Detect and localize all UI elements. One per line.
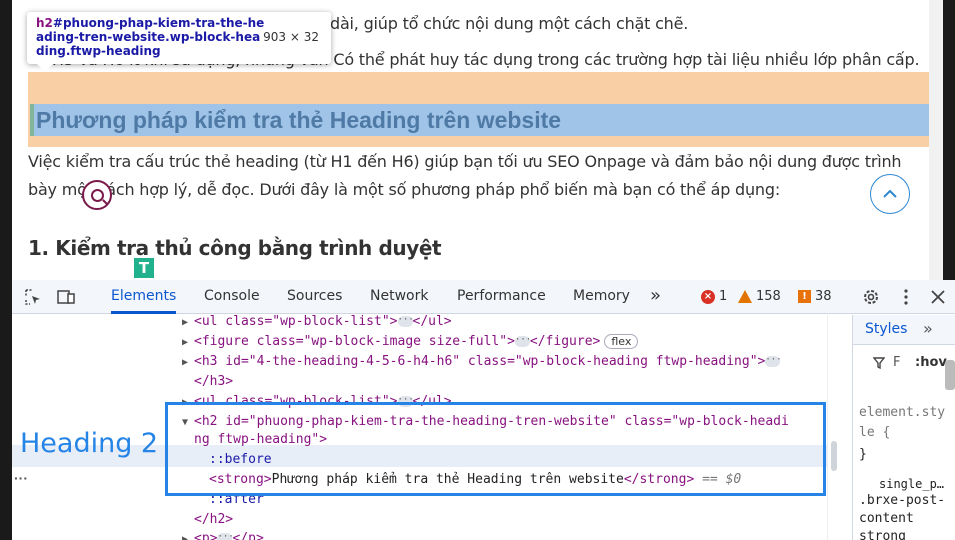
more-tabs-button[interactable]: » [650, 280, 661, 314]
issues-icon: ! [798, 290, 811, 303]
tab-performance[interactable]: Performance [457, 280, 546, 314]
tooltip-dimensions: 903 × 32 [263, 30, 319, 44]
hov-button[interactable]: :hov [915, 355, 947, 370]
page-scrollbar[interactable] [929, 0, 943, 280]
intro-paragraph: Việc kiểm tra cấu trúc thẻ heading (từ H… [28, 152, 902, 199]
chevron-up-icon [883, 189, 897, 198]
elements-scrollbar[interactable] [827, 315, 839, 540]
warning-icon [738, 290, 752, 303]
flex-badge[interactable]: flex [604, 334, 639, 349]
tooltip-tag: h2 [36, 16, 53, 30]
styles-header: Styles » [853, 315, 955, 345]
search-icon [90, 188, 104, 202]
dom-figure-open: <figure class="wp-block-image size-full"… [194, 334, 515, 349]
elements-scroll-thumb[interactable] [831, 441, 837, 471]
text-line-1: dài, giúp tổ chức nội dung một cách chặt… [330, 14, 689, 33]
gutter-dots-icon[interactable]: ··· [14, 470, 28, 486]
dom-h2-close[interactable]: </h2> [194, 510, 233, 530]
issues-count[interactable]: ! 38 [798, 289, 832, 304]
tooltip-arrow [37, 64, 53, 72]
right-scrollbar-thumb[interactable] [945, 360, 955, 390]
dom-ul-1[interactable]: ▶ <ul class="wp-block-list">···</ul> [182, 315, 452, 332]
dom-p[interactable]: ▶ <p>···</p> [182, 529, 264, 540]
tab-console[interactable]: Console [204, 280, 260, 314]
tooltip-selector-rest: #phuong-phap-kiem-tra-the-heading-tren-w… [36, 16, 265, 58]
styles-filter[interactable]: F :hov [859, 353, 951, 375]
error-count-value: 1 [719, 289, 728, 304]
tab-styles[interactable]: Styles [865, 321, 907, 337]
dom-ul-1-open: <ul class="wp-block-list"> [194, 315, 398, 329]
devtools-toolbar: Elements Console Sources Network Perform… [12, 280, 955, 314]
style-rule-line-3: } [859, 447, 867, 462]
search-floating-button[interactable] [82, 180, 112, 210]
style-rule-line-2: le { [859, 425, 891, 440]
inspect-element-icon[interactable] [24, 288, 42, 306]
ellipsis-icon[interactable]: ··· [217, 533, 234, 540]
warning-count-value: 158 [756, 289, 781, 304]
t-logo-badge[interactable]: T [134, 258, 154, 278]
gear-icon[interactable] [862, 288, 880, 306]
tab-memory[interactable]: Memory [573, 280, 630, 314]
style-rule-line-1: element.sty [859, 405, 946, 420]
tab-network[interactable]: Network [370, 280, 428, 314]
styles-filter-placeholder: F [893, 355, 901, 370]
dom-h3-close-text: </h3> [194, 374, 234, 389]
tooltip-selector: h2#phuong-phap-kiem-tra-the-heading-tren… [36, 16, 266, 58]
style-selector-2: content [859, 511, 914, 526]
dom-figure[interactable]: ▶ <figure class="wp-block-image size-full… [182, 332, 639, 352]
filter-icon [873, 357, 885, 369]
text-line-2-rest: Có thể phát huy tác dụng trong các trườn… [333, 50, 920, 69]
dom-figure-close: </figure> [529, 334, 601, 349]
kebab-menu-icon[interactable] [897, 288, 915, 306]
inspect-tooltip: h2#phuong-phap-kiem-tra-the-heading-tren… [27, 12, 331, 72]
ellipsis-icon[interactable]: ··· [397, 316, 414, 327]
warning-count[interactable]: 158 [738, 289, 781, 304]
dom-p-open: <p> [194, 531, 218, 540]
style-source-link[interactable]: single_p… [879, 477, 944, 491]
dom-h2-close-text: </h2> [194, 512, 234, 527]
dom-p-close: </p> [232, 531, 264, 540]
error-count[interactable]: × 1 [701, 289, 727, 304]
h3-heading: 1. Kiểm tra thủ công bằng trình duyệt [28, 236, 442, 260]
h2-heading: Phương pháp kiểm tra thẻ Heading trên we… [36, 107, 562, 133]
styles-pane: Styles » F :hov element.sty le { } singl… [852, 315, 955, 540]
tab-sources[interactable]: Sources [287, 280, 342, 314]
dom-h3[interactable]: ▶ <h3 id="4-the-heading-4-5-6-h4-h6" clas… [182, 352, 782, 372]
close-icon[interactable] [929, 288, 947, 306]
style-selector-3: strong [859, 529, 906, 540]
style-selector-1: .brxe-post- [859, 493, 946, 508]
scroll-to-top-button[interactable] [870, 174, 910, 214]
ellipsis-icon[interactable]: ··· [514, 336, 531, 347]
annotation-highlight-box [165, 402, 826, 496]
dom-ul-1-close: </ul> [412, 315, 452, 329]
ellipsis-icon[interactable]: ··· [765, 356, 782, 367]
more-panes-button[interactable]: » [923, 319, 933, 338]
annotation-heading-2-label: Heading 2 [20, 428, 159, 459]
dom-h3-close[interactable]: </h3> [194, 372, 233, 392]
error-icon: × [701, 289, 715, 304]
device-toolbar-icon[interactable] [57, 288, 75, 306]
tab-elements[interactable]: Elements [111, 280, 177, 314]
dom-h3-open: <h3 id="4-the-heading-4-5-6-h4-h6" class… [194, 354, 766, 369]
issues-count-value: 38 [815, 289, 832, 304]
